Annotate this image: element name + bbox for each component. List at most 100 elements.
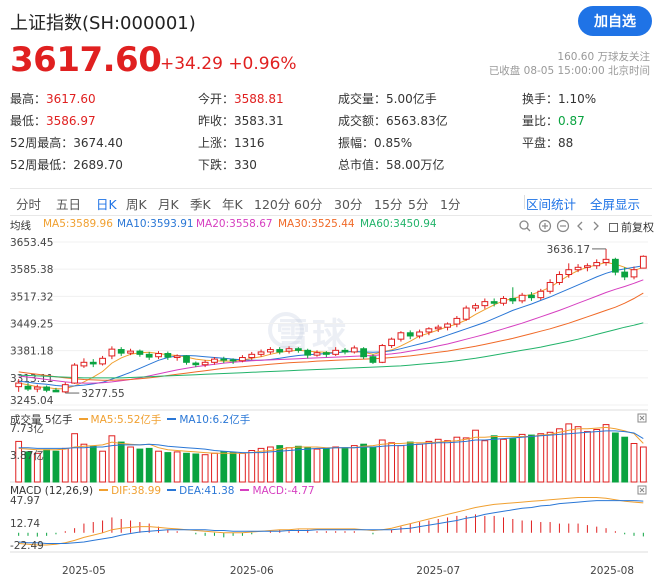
volume-bar — [43, 449, 51, 483]
volume-bar — [546, 431, 554, 483]
chart-svg: 3653.453585.383517.323449.253381.183313.… — [10, 237, 648, 577]
volume-bar — [611, 432, 619, 483]
candle-body — [211, 358, 218, 363]
stat-value: 3586.97 — [46, 114, 96, 128]
macd-tick-label: 12.74 — [10, 518, 40, 530]
volume-bar — [481, 440, 489, 483]
candle-body — [99, 357, 106, 365]
stat-label: 今开： — [198, 92, 235, 106]
candle-body — [33, 386, 41, 390]
volume-bar — [434, 438, 442, 483]
kline-chart[interactable]: 3653.45 3585.38 3517.32 3449.25 3381.18 3313.… — [0, 230, 662, 582]
candle-body — [108, 348, 116, 357]
ma-legend-item: MA30:3525.44 — [278, 218, 355, 230]
tab-9[interactable]: 30分 — [334, 194, 362, 213]
tab-6[interactable]: 年K — [222, 194, 243, 213]
volume-bar — [630, 443, 638, 483]
stat-item: 52周最低：2689.70 — [10, 156, 123, 173]
stat-value: 6563.83亿 — [386, 114, 448, 128]
tab-11[interactable]: 5分 — [408, 194, 428, 213]
tab-10[interactable]: 15分 — [374, 194, 402, 213]
price-tick-label: 3245.04 — [10, 395, 54, 407]
tab-0[interactable]: 分时 — [16, 194, 41, 213]
tab-4[interactable]: 月K — [158, 194, 179, 213]
stat-value: 2689.70 — [73, 158, 123, 172]
volume-bar — [500, 438, 507, 483]
quote-meta: 160.60 万球友关注 已收盘 08-05 15:00:00 北京时间 — [489, 50, 650, 78]
legend-label: MACD (12,26,9) — [10, 485, 94, 497]
range-stats-button[interactable]: 区间统计 — [526, 194, 576, 213]
price-tick-label: 3449.25 — [10, 318, 53, 330]
x-tick-label: 2025-07 — [416, 565, 460, 577]
price-tick-label: 3585.38 — [10, 264, 53, 276]
candle-body — [145, 353, 153, 358]
legend-item: MA5:5.52亿手 — [78, 414, 161, 426]
stock-title: 上证指数(SH:000001) — [10, 13, 196, 34]
volume-bar — [80, 443, 88, 483]
candle-body — [313, 352, 321, 356]
current-price: 3617.60 — [10, 40, 162, 80]
volume-bar — [574, 426, 582, 483]
macd-legend: MACD (12,26,9) DIF:38.99 DEA:41.38 MACD:-4.… — [10, 485, 321, 497]
legend-item: MA10:6.2亿手 — [167, 414, 250, 426]
volume-bar — [528, 434, 535, 483]
tab-2[interactable]: 日K — [96, 194, 117, 213]
volume-bar — [127, 446, 134, 483]
price-tick-label: 3517.32 — [10, 291, 53, 303]
tab-7[interactable]: 120分 — [254, 194, 290, 213]
x-tick-label: 2025-08 — [590, 565, 634, 577]
tab-5[interactable]: 季K — [190, 194, 211, 213]
candle-body — [453, 317, 461, 325]
stat-label: 总市值： — [338, 158, 387, 172]
stat-item: 今开：3588.81 — [198, 90, 284, 107]
candle-body — [61, 384, 69, 393]
volume-bar — [621, 436, 629, 483]
stat-label: 振幅： — [338, 136, 375, 150]
candle-body — [556, 274, 563, 283]
stat-label: 成交额： — [338, 114, 387, 128]
volume-bar — [71, 433, 78, 483]
stat-label: 平盘： — [522, 136, 559, 150]
tab-1[interactable]: 五日 — [56, 194, 81, 213]
stat-label: 昨收： — [198, 114, 235, 128]
candle-body — [537, 290, 545, 299]
volume-bar — [220, 451, 228, 483]
stat-item: 52周最高：3674.40 — [10, 134, 123, 151]
volume-bar — [201, 454, 209, 483]
candle-body — [602, 258, 610, 264]
tab-12[interactable]: 1分 — [440, 194, 460, 213]
stat-value: 3583.31 — [234, 114, 284, 128]
stat-label: 最低： — [10, 114, 47, 128]
add-to-watchlist-button[interactable]: 加自选 — [578, 6, 652, 36]
move-right-icon[interactable] — [593, 221, 599, 231]
candle-body — [378, 345, 386, 363]
candle-body — [239, 357, 246, 362]
stat-item: 最低：3586.97 — [10, 112, 96, 129]
volume-bar — [248, 450, 256, 483]
candle-body — [416, 331, 423, 337]
move-left-icon[interactable] — [577, 221, 583, 231]
candle-body — [369, 356, 377, 363]
volume-bar — [360, 443, 368, 483]
volume-bar — [341, 447, 349, 483]
candle-body — [220, 358, 228, 361]
fullscreen-button[interactable]: 全屏显示 — [590, 194, 640, 213]
stat-value: 1316 — [234, 136, 265, 150]
candle-body — [565, 269, 573, 276]
volume-bar — [350, 445, 358, 483]
stat-item: 成交额：6563.83亿 — [338, 112, 448, 129]
tab-3[interactable]: 周K — [126, 194, 147, 213]
stat-value: 0.87 — [558, 114, 585, 128]
candle-body — [304, 349, 312, 356]
period-tabs: 分时 五日 日K 周K 月K 季K 年K 120分 60分 30分 15分 5分 1分 区间统计 全屏显示 — [10, 188, 652, 216]
volume-bar — [425, 440, 433, 483]
candle-body — [164, 353, 172, 358]
tab-8[interactable]: 60分 — [294, 194, 322, 213]
stat-label: 52周最高： — [10, 136, 74, 150]
candle-body — [360, 348, 368, 358]
volume-bar — [229, 452, 237, 483]
ma-line-ma30 — [18, 292, 644, 381]
ma-legend-item: MA10:3593.91 — [117, 218, 194, 230]
volume-tick-label: 3.87亿 — [10, 449, 44, 462]
candle-body — [509, 297, 517, 302]
